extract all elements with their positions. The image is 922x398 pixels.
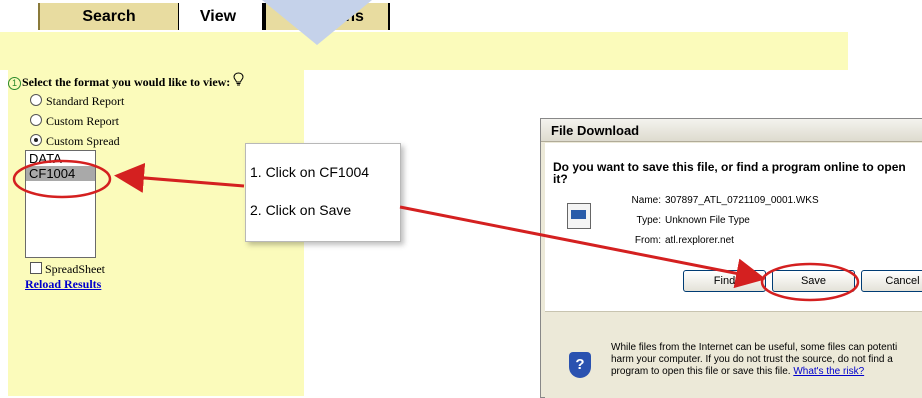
cf1004-highlight-ellipse xyxy=(12,159,112,199)
save-highlight-ellipse xyxy=(760,262,860,302)
arrow-to-save xyxy=(399,205,766,289)
arrow-to-cf1004 xyxy=(114,162,245,193)
annotation-overlay xyxy=(12,159,860,302)
